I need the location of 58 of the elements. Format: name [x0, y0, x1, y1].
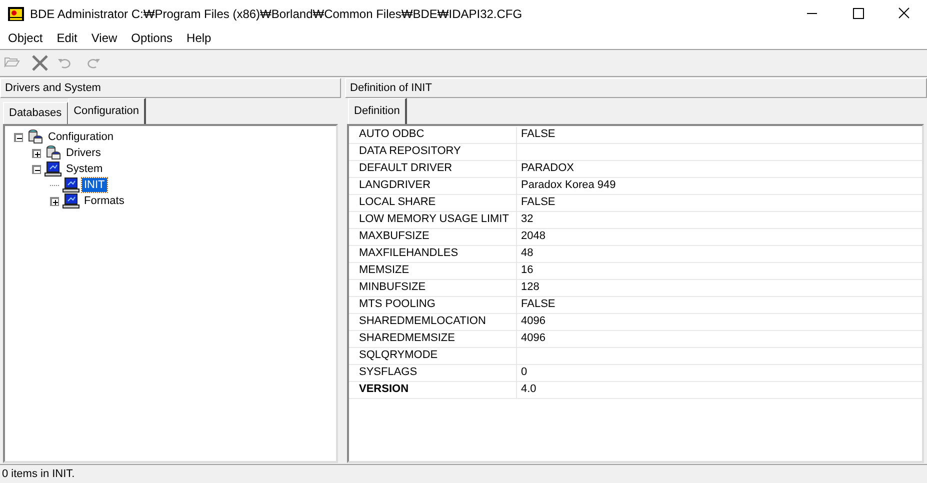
panel-header: Drivers and System [0, 78, 341, 98]
tab[interactable]: Definition [348, 98, 407, 124]
computer-icon [62, 177, 80, 193]
expand-toggle[interactable] [32, 148, 41, 158]
property-value[interactable]: 16 [517, 263, 922, 279]
property-value[interactable]: 4096 [517, 314, 922, 330]
property-name: SQLQRYMODE [349, 348, 517, 364]
tree-item[interactable]: INIT [82, 178, 107, 192]
property-name: MAXBUFSIZE [349, 229, 517, 245]
property-value[interactable]: 0 [517, 365, 922, 381]
property-value[interactable]: PARADOX [517, 161, 922, 177]
window-title: BDE Administrator C:₩Program Files (x86)₩Borland₩Common Files₩BDE₩IDAPI32.CFG [30, 6, 524, 20]
property-value[interactable]: 128 [517, 280, 922, 296]
tree-item[interactable]: Drivers [64, 146, 103, 160]
property-name: AUTO ODBC [349, 127, 517, 143]
menu-item[interactable]: Help [180, 31, 218, 45]
property-value[interactable]: 4096 [517, 331, 922, 347]
tree-item[interactable]: Formats [82, 194, 126, 208]
property-name: LOCAL SHARE [349, 195, 517, 211]
property-name: VERSION [349, 382, 517, 398]
menu-item[interactable]: Options [124, 31, 180, 45]
status-bar: 0 items in INIT. [0, 464, 927, 483]
property-value[interactable]: FALSE [517, 127, 922, 143]
property-value[interactable]: FALSE [517, 195, 922, 211]
tree-item[interactable]: Configuration [46, 130, 116, 144]
menu-item[interactable]: Edit [50, 31, 84, 45]
property-name: MAXFILEHANDLES [349, 246, 517, 262]
expand-toggle[interactable] [50, 196, 59, 206]
property-value[interactable]: FALSE [517, 297, 922, 313]
property-name: MINBUFSIZE [349, 280, 517, 296]
computer-icon [44, 161, 62, 177]
property-value[interactable]: 32 [517, 212, 922, 228]
delete-icon[interactable] [30, 54, 50, 72]
property-name: SYSFLAGS [349, 365, 517, 381]
property-name: SHAREDMEMLOCATION [349, 314, 517, 330]
panel-header: Definition of INIT [345, 78, 927, 98]
property-name: LOW MEMORY USAGE LIMIT [349, 212, 517, 228]
tab[interactable]: Databases [3, 102, 68, 124]
menu-item[interactable]: View [84, 31, 124, 45]
app-icon [8, 6, 24, 20]
property-name: DATA REPOSITORY [349, 144, 517, 160]
property-value[interactable]: 4.0 [517, 382, 922, 398]
property-name: MEMSIZE [349, 263, 517, 279]
property-name: MTS POOLING [349, 297, 517, 313]
computer-icon [62, 193, 80, 209]
tree-item[interactable]: System [64, 162, 105, 176]
menu-item[interactable]: Object [1, 31, 50, 45]
database-icon [44, 145, 62, 161]
property-name: DEFAULT DRIVER [349, 161, 517, 177]
collapse-toggle[interactable] [32, 164, 41, 174]
property-name: SHAREDMEMSIZE [349, 331, 517, 347]
property-value[interactable]: 2048 [517, 229, 922, 245]
property-name: LANGDRIVER [349, 178, 517, 194]
property-value[interactable]: Paradox Korea 949 [517, 178, 922, 194]
property-value[interactable]: 48 [517, 246, 922, 262]
tab[interactable]: Configuration [68, 98, 146, 124]
database-icon [26, 129, 44, 145]
collapse-toggle[interactable] [14, 132, 23, 142]
